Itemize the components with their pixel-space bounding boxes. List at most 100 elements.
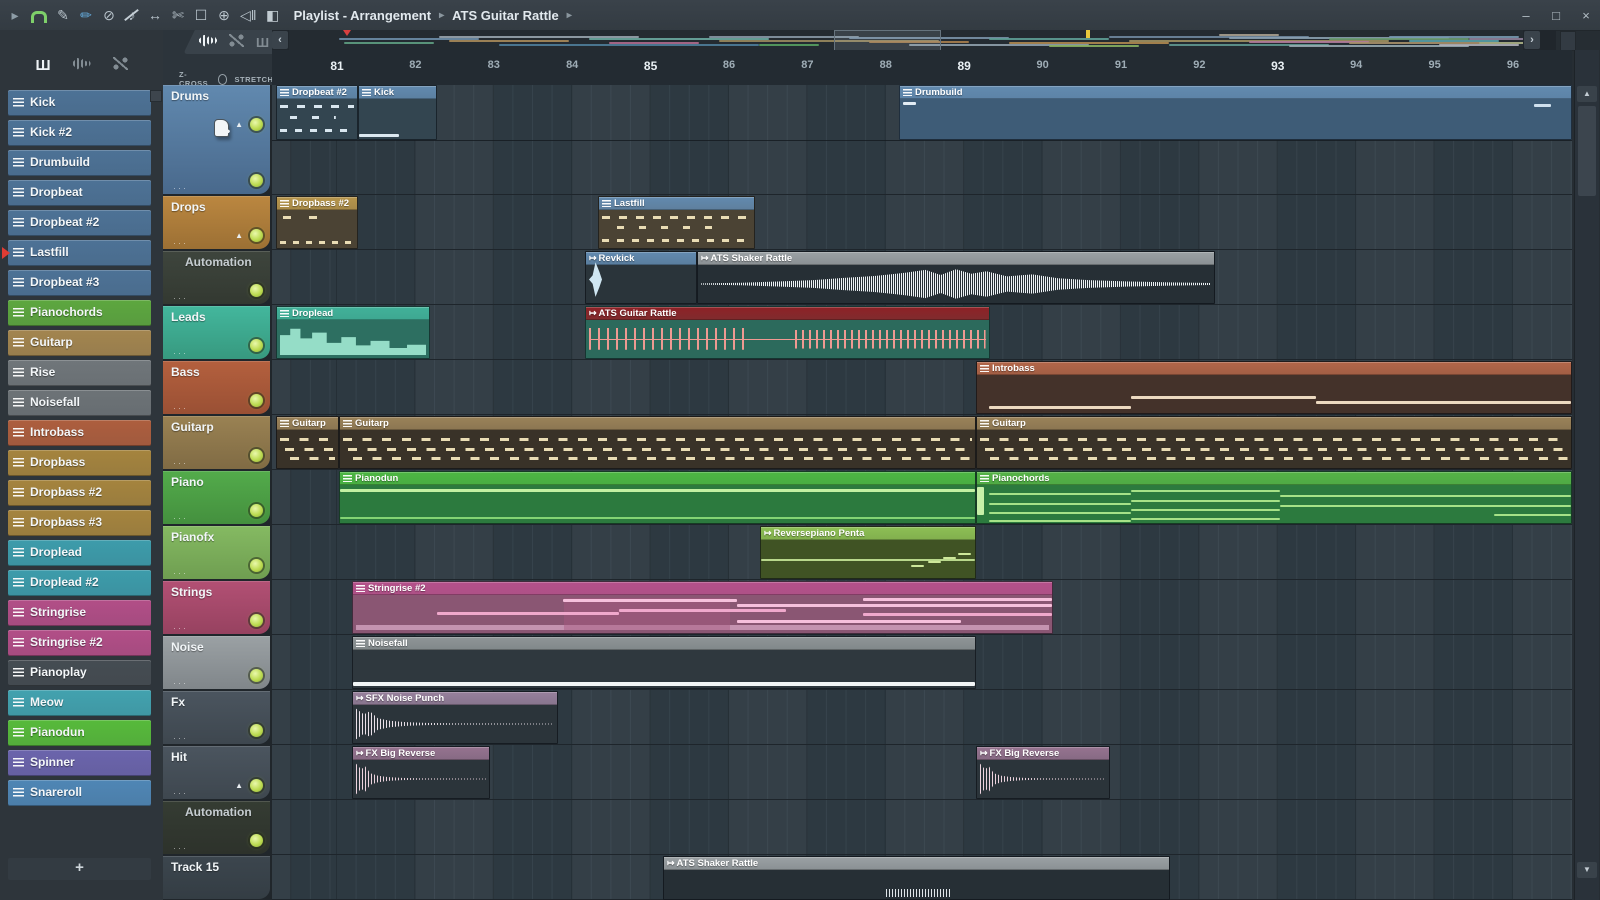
track-header-bass[interactable]: Bass··· bbox=[163, 361, 270, 414]
song-overview-strip[interactable] bbox=[289, 30, 1523, 50]
track-header-track-15[interactable]: Track 15 bbox=[163, 856, 270, 899]
track-mute-led[interactable] bbox=[250, 614, 263, 627]
clip-noisefall[interactable]: Noisefall bbox=[352, 636, 976, 689]
track-mute-led[interactable] bbox=[250, 504, 263, 517]
clip-kick[interactable]: Kick bbox=[358, 85, 437, 140]
scroll-up-button[interactable]: ▲ bbox=[1577, 86, 1597, 102]
pattern-item[interactable]: Spinner bbox=[8, 750, 151, 776]
track-options-dots[interactable]: ··· bbox=[173, 513, 188, 523]
pattern-item[interactable]: Snareroll bbox=[8, 780, 151, 806]
clip-guitarp[interactable]: Guitarp bbox=[339, 416, 976, 469]
track-options-dots[interactable]: ··· bbox=[173, 623, 188, 633]
scroll-down-button[interactable]: ▼ bbox=[1577, 862, 1597, 878]
clip-fx-big-reverse[interactable]: ↦FX Big Reverse bbox=[352, 746, 490, 799]
clip-reversepiano-penta[interactable]: ↦Reversepiano Penta bbox=[760, 526, 976, 579]
track-header-guitarp[interactable]: Guitarp··· bbox=[163, 416, 270, 469]
maximize-button[interactable]: □ bbox=[1548, 8, 1564, 23]
overview-viewport[interactable] bbox=[834, 30, 941, 50]
clip-droplead[interactable]: Droplead bbox=[276, 306, 430, 359]
snap-magnet-icon[interactable] bbox=[31, 11, 47, 23]
track-options-dots[interactable]: ··· bbox=[173, 183, 188, 193]
track-header-drums[interactable]: Drums···▲ bbox=[163, 85, 270, 194]
select-tool-icon[interactable]: ☐ bbox=[194, 0, 208, 30]
pattern-item[interactable]: Dropbeat bbox=[8, 180, 151, 206]
clip-dropbeat-2[interactable]: Dropbeat #2 bbox=[276, 85, 358, 140]
pencil-tool-icon[interactable]: ✎ bbox=[56, 0, 70, 30]
pattern-item[interactable]: Pianodun bbox=[8, 720, 151, 746]
slice-tool-icon[interactable]: ✄ bbox=[171, 0, 185, 30]
delete-tool-icon[interactable]: ⊘ bbox=[102, 0, 116, 30]
clip-drumbuild[interactable]: Drumbuild bbox=[899, 85, 1572, 140]
track-mute-led[interactable] bbox=[250, 834, 263, 847]
track-header-automation[interactable]: Automation··· bbox=[163, 251, 270, 304]
track-header-hit[interactable]: Hit···▲ bbox=[163, 746, 270, 799]
track-options-dots[interactable]: ··· bbox=[173, 348, 188, 358]
pattern-item[interactable]: Dropbeat #2 bbox=[8, 210, 151, 236]
pattern-item[interactable]: Dropbass #3 bbox=[8, 510, 151, 536]
pattern-item[interactable]: Stringrise bbox=[8, 600, 151, 626]
minimize-button[interactable]: – bbox=[1518, 8, 1534, 23]
pattern-item[interactable]: Kick bbox=[8, 90, 151, 116]
pattern-item[interactable]: Pianoplay bbox=[8, 660, 151, 686]
playlist-pattern-tab-piano-icon[interactable]: Ш bbox=[256, 35, 269, 50]
track-options-dots[interactable]: ··· bbox=[173, 568, 188, 578]
clip-fx-big-reverse[interactable]: ↦FX Big Reverse bbox=[976, 746, 1110, 799]
pattern-item[interactable]: Meow bbox=[8, 690, 151, 716]
playlist-audio-tab-wave-icon[interactable] bbox=[199, 35, 217, 50]
pattern-item[interactable]: Pianochords bbox=[8, 300, 151, 326]
track-lane-drops[interactable] bbox=[272, 196, 1572, 250]
vertical-scroll-thumb[interactable] bbox=[1578, 106, 1596, 196]
track-header-automation[interactable]: Automation··· bbox=[163, 801, 270, 854]
pattern-item[interactable]: Dropbeat #3 bbox=[8, 270, 151, 296]
track-options-dots[interactable]: ··· bbox=[173, 788, 188, 798]
track-mute-led[interactable] bbox=[250, 559, 263, 572]
track-header-strings[interactable]: Strings··· bbox=[163, 581, 270, 634]
clip-sfx-noise-punch[interactable]: ↦SFX Noise Punch bbox=[352, 691, 558, 744]
breadcrumb-selection[interactable]: ATS Guitar Rattle bbox=[452, 8, 559, 23]
track-mute-led[interactable] bbox=[250, 229, 263, 242]
clip-introbass[interactable]: Introbass bbox=[976, 361, 1572, 414]
add-pattern-button[interactable]: + bbox=[8, 858, 151, 880]
track-expand-arrow-icon[interactable]: ▲ bbox=[235, 231, 243, 240]
pattern-item[interactable]: Rise bbox=[8, 360, 151, 386]
track-header-noise[interactable]: Noise··· bbox=[163, 636, 270, 689]
pattern-item[interactable]: Guitarp bbox=[8, 330, 151, 356]
track-header-leads[interactable]: Leads··· bbox=[163, 306, 270, 359]
scroll-right-button[interactable]: › bbox=[1524, 31, 1540, 49]
track-expand-arrow-icon[interactable]: ▲ bbox=[235, 120, 243, 129]
preview-tool-icon[interactable]: ◁‖ bbox=[240, 0, 257, 30]
clip-ats-shaker-rattle[interactable]: ↦ATS Shaker Rattle bbox=[663, 856, 1170, 900]
song-overview-scrollbar[interactable]: ‹ › bbox=[272, 30, 1556, 51]
track-options-dots[interactable]: ··· bbox=[173, 733, 188, 743]
patterns-tab-piano-icon[interactable]: Ш bbox=[35, 57, 50, 74]
track-lane-automation[interactable] bbox=[272, 801, 1572, 855]
pattern-item[interactable]: Dropbass #2 bbox=[8, 480, 151, 506]
playlist-automation-tab-node-icon[interactable] bbox=[229, 34, 244, 50]
play-icon[interactable]: ▸ bbox=[8, 0, 22, 30]
clip-pianodun[interactable]: Pianodun bbox=[339, 471, 976, 524]
clip-guitarp[interactable]: Guitarp bbox=[276, 416, 339, 469]
pattern-item[interactable]: Droplead bbox=[8, 540, 151, 566]
pattern-item[interactable]: Lastfill bbox=[8, 240, 151, 266]
panel-icon[interactable]: ◧ bbox=[266, 0, 280, 30]
scroll-left-button[interactable]: ‹ bbox=[272, 31, 288, 49]
close-button[interactable]: × bbox=[1578, 8, 1594, 23]
clip-stringrise-2[interactable]: Stringrise #2 bbox=[352, 581, 1053, 634]
track-mute-led[interactable] bbox=[250, 174, 263, 187]
breadcrumb-view[interactable]: Playlist - Arrangement bbox=[294, 8, 432, 23]
track-mute-led[interactable] bbox=[250, 779, 263, 792]
overview-corner-button[interactable] bbox=[1560, 31, 1576, 51]
clip-ats-shaker-rattle[interactable]: ↦ATS Shaker Rattle bbox=[697, 251, 1215, 304]
clip-revkick[interactable]: ↦Revkick bbox=[585, 251, 697, 304]
pattern-item[interactable]: Noisefall bbox=[8, 390, 151, 416]
clip-lastfill[interactable]: Lastfill bbox=[598, 196, 755, 249]
track-options-dots[interactable]: ··· bbox=[173, 403, 188, 413]
track-header-piano[interactable]: Piano··· bbox=[163, 471, 270, 524]
track-expand-arrow-icon[interactable]: ▲ bbox=[235, 781, 243, 790]
clip-dropbass-2[interactable]: Dropbass #2 bbox=[276, 196, 358, 249]
track-mute-led[interactable] bbox=[250, 669, 263, 682]
pattern-item[interactable]: Introbass bbox=[8, 420, 151, 446]
track-mute-led[interactable] bbox=[250, 118, 263, 131]
track-header-pianofx[interactable]: Pianofx··· bbox=[163, 526, 270, 579]
track-options-dots[interactable]: ··· bbox=[173, 458, 188, 468]
